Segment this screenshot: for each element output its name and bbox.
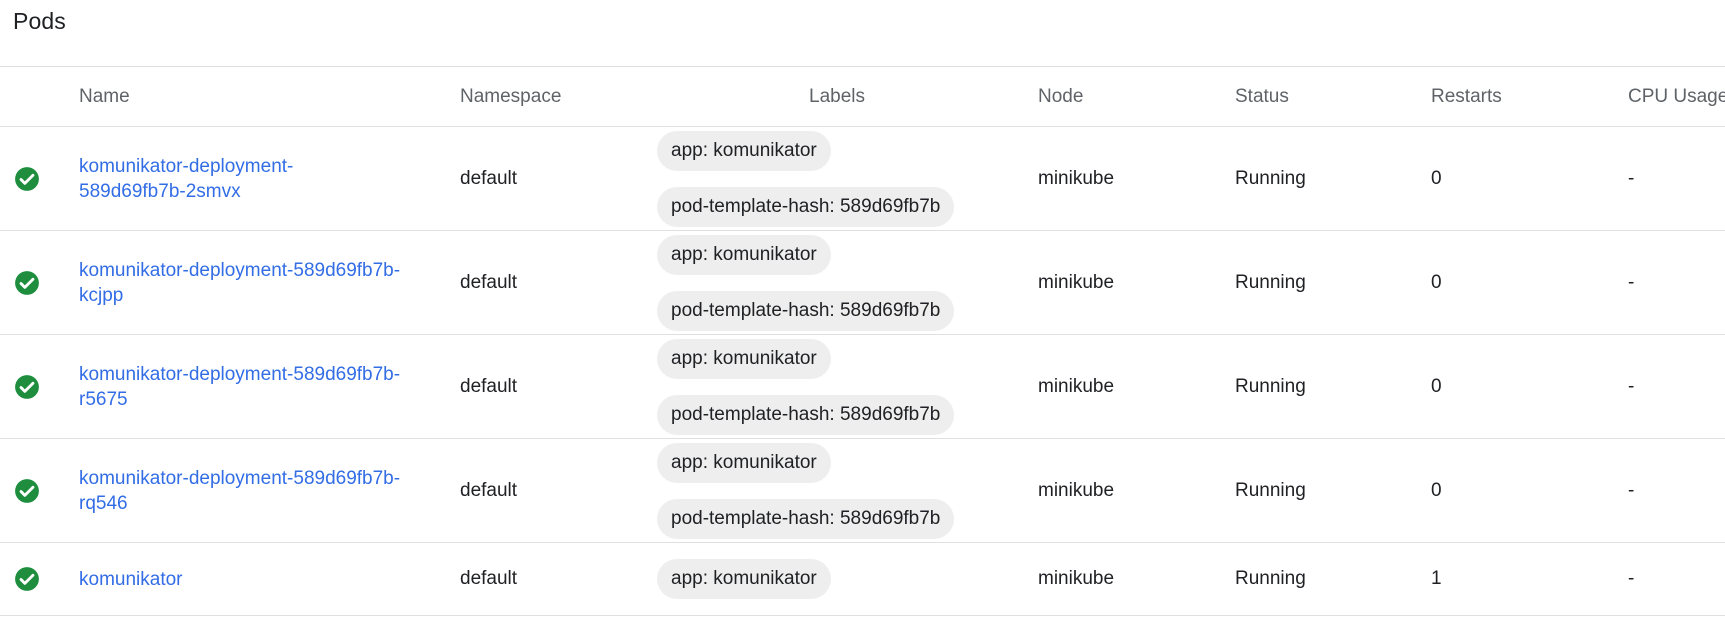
- status-cell: Running: [1235, 167, 1306, 189]
- pod-name-line2: 589d69fb7b-2smvx: [79, 180, 241, 202]
- column-header-namespace[interactable]: Namespace: [460, 67, 640, 126]
- check-circle-icon: [14, 231, 44, 334]
- pod-name-link[interactable]: komunikator: [79, 567, 183, 592]
- page-title: Pods: [13, 8, 66, 34]
- pod-name-link[interactable]: komunikator-deployment-589d69fb7b-r5675: [79, 362, 400, 412]
- labels-cell: app: komunikator pod-template-hash: 589d…: [657, 231, 1017, 334]
- status-cell: Running: [1235, 479, 1306, 501]
- namespace-cell: default: [460, 375, 518, 397]
- label-chip: pod-template-hash: 589d69fb7b: [657, 186, 955, 227]
- table-row: komunikator-deployment- 589d69fb7b-2smvx …: [0, 127, 1725, 231]
- cpu-usage-cell: -: [1628, 375, 1635, 397]
- check-circle-icon: [14, 127, 44, 230]
- label-chip: app: komunikator: [657, 234, 831, 275]
- restarts-cell: 0: [1431, 479, 1442, 501]
- column-header-restarts: Restarts: [1431, 85, 1502, 107]
- labels-cell: app: komunikator pod-template-hash: 589d…: [657, 127, 1017, 230]
- label-chip: pod-template-hash: 589d69fb7b: [657, 498, 955, 539]
- pod-name-line2: kcjpp: [79, 284, 124, 306]
- restarts-cell: 0: [1431, 271, 1442, 293]
- pod-name-cell: komunikator-deployment-589d69fb7b-rq546: [79, 439, 439, 542]
- status-cell: Running: [1235, 271, 1306, 293]
- cpu-usage-cell: -: [1628, 271, 1635, 293]
- pod-name-link[interactable]: komunikator-deployment- 589d69fb7b-2smvx: [79, 154, 293, 204]
- restarts-cell: 0: [1431, 167, 1442, 189]
- namespace-cell: default: [460, 167, 518, 189]
- pod-name-line1: komunikator-deployment-589d69fb7b-: [79, 363, 401, 385]
- label-chip: app: komunikator: [657, 130, 831, 171]
- pod-name-link[interactable]: komunikator-deployment-589d69fb7b-rq546: [79, 466, 400, 516]
- namespace-cell: default: [460, 479, 518, 501]
- pod-name-line2: rq546: [79, 492, 128, 514]
- pod-name-link[interactable]: komunikator-deployment-589d69fb7b-kcjpp: [79, 258, 400, 308]
- pod-name-line1: komunikator-deployment-: [79, 155, 294, 177]
- column-header-node: Node: [1038, 85, 1084, 107]
- status-cell: Running: [1235, 375, 1306, 397]
- restarts-cell: 1: [1431, 568, 1442, 589]
- namespace-cell: default: [460, 568, 518, 589]
- node-cell: minikube: [1038, 375, 1115, 397]
- check-circle-icon: [14, 439, 44, 542]
- label-chip: app: komunikator: [657, 442, 831, 483]
- check-circle-icon: [14, 335, 44, 438]
- pod-name-cell: komunikator-deployment-589d69fb7b-r5675: [79, 335, 439, 438]
- column-header-name[interactable]: Name: [79, 67, 439, 126]
- table-row: komunikator-deployment-589d69fb7b-r5675 …: [0, 335, 1725, 439]
- node-cell: minikube: [1038, 568, 1115, 589]
- status-cell: Running: [1235, 568, 1306, 589]
- pod-name-line1: komunikator-deployment-589d69fb7b-: [79, 467, 401, 489]
- labels-cell: app: komunikator: [657, 543, 1017, 615]
- column-header-cpu-usage: CPU Usage: [1628, 85, 1725, 107]
- table-row: komunikator-deployment-589d69fb7b-kcjpp …: [0, 231, 1725, 335]
- cpu-usage-cell: -: [1628, 167, 1635, 189]
- pods-table: Name Namespace Labels Node Status Restar…: [0, 66, 1725, 616]
- column-header-status: Status: [1235, 85, 1289, 107]
- label-chip: pod-template-hash: 589d69fb7b: [657, 290, 955, 331]
- table-row: komunikator default app: komunikator min…: [0, 543, 1725, 616]
- node-cell: minikube: [1038, 479, 1115, 501]
- cpu-usage-cell: -: [1628, 479, 1635, 501]
- labels-cell: app: komunikator pod-template-hash: 589d…: [657, 439, 1017, 542]
- namespace-cell: default: [460, 271, 518, 293]
- label-chip: app: komunikator: [657, 338, 831, 379]
- node-cell: minikube: [1038, 271, 1115, 293]
- label-chip: app: komunikator: [657, 559, 831, 599]
- label-chip: pod-template-hash: 589d69fb7b: [657, 394, 955, 435]
- node-cell: minikube: [1038, 167, 1115, 189]
- table-header-row: Name Namespace Labels Node Status Restar…: [0, 67, 1725, 127]
- column-header-labels: Labels: [809, 85, 865, 107]
- pod-name-cell: komunikator-deployment- 589d69fb7b-2smvx: [79, 127, 439, 230]
- pod-name-line1: komunikator-deployment-589d69fb7b-: [79, 259, 401, 281]
- cpu-usage-cell: -: [1628, 568, 1635, 589]
- pods-page: Pods Name Namespace Labels Node Status R…: [0, 0, 1725, 639]
- table-row: komunikator-deployment-589d69fb7b-rq546 …: [0, 439, 1725, 543]
- labels-cell: app: komunikator pod-template-hash: 589d…: [657, 335, 1017, 438]
- pod-name-cell: komunikator: [79, 543, 439, 615]
- pod-name-line2: r5675: [79, 388, 128, 410]
- restarts-cell: 0: [1431, 375, 1442, 397]
- check-circle-icon: [14, 543, 44, 615]
- pod-name-cell: komunikator-deployment-589d69fb7b-kcjpp: [79, 231, 439, 334]
